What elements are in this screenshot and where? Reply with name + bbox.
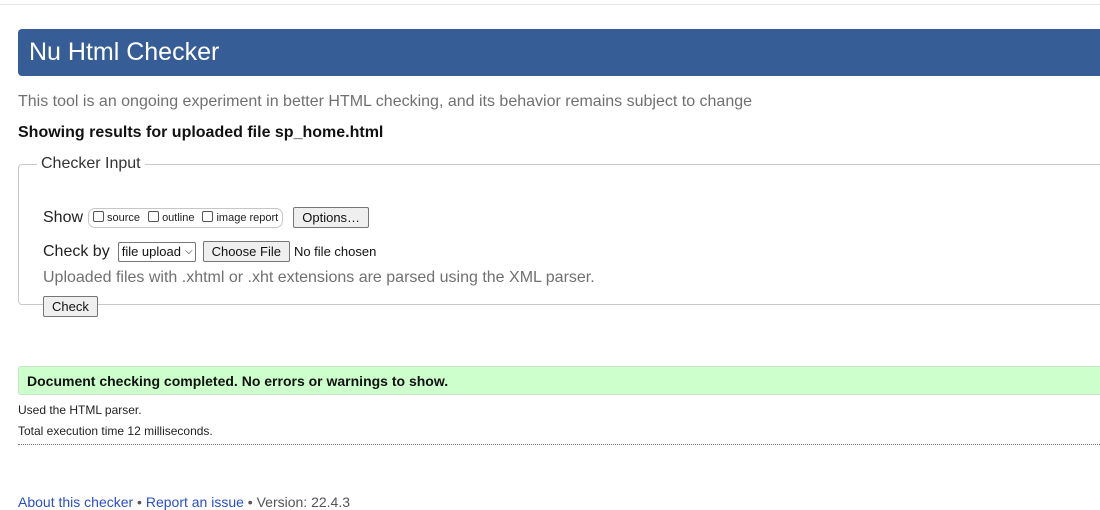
show-label: Show bbox=[43, 208, 84, 226]
chevron-down-icon: ⌵ bbox=[184, 246, 193, 257]
parser-info: Used the HTML parser. bbox=[18, 403, 142, 417]
file-status-text: No file chosen bbox=[293, 244, 377, 259]
report-issue-link[interactable]: Report an issue bbox=[146, 494, 244, 510]
show-image-report-option[interactable]: image report bbox=[202, 211, 279, 224]
show-options-group: source outline image report bbox=[88, 207, 284, 228]
results-heading: Showing results for uploaded file sp_hom… bbox=[18, 124, 384, 141]
execution-time: Total execution time 12 milliseconds. bbox=[18, 424, 213, 438]
checker-input-fieldset: Checker Input Show source outline image … bbox=[18, 155, 1100, 317]
check-by-label: Check by bbox=[43, 242, 110, 260]
footer-separator: • bbox=[243, 494, 257, 510]
check-button[interactable]: Check bbox=[43, 296, 98, 317]
image-report-checkbox-label: image report bbox=[216, 211, 279, 224]
source-checkbox[interactable] bbox=[93, 211, 105, 222]
xml-parser-note: Uploaded files with .xhtml or .xht exten… bbox=[43, 269, 595, 286]
version-text: Version: 22.4.3 bbox=[256, 494, 351, 510]
checker-input-legend: Checker Input bbox=[41, 155, 141, 172]
footer-separator: • bbox=[133, 494, 146, 510]
about-checker-link[interactable]: About this checker bbox=[18, 494, 133, 510]
check-button-row: Check bbox=[43, 296, 98, 317]
image-report-checkbox[interactable] bbox=[202, 211, 214, 222]
check-by-row: Check by file upload ⌵ Choose File No fi… bbox=[43, 241, 376, 262]
page-header: Nu Html Checker bbox=[18, 29, 1100, 76]
outline-checkbox-label: outline bbox=[162, 211, 195, 224]
outline-checkbox[interactable] bbox=[148, 211, 160, 222]
dotted-divider bbox=[18, 444, 1100, 445]
show-outline-option[interactable]: outline bbox=[148, 211, 195, 224]
choose-file-button[interactable]: Choose File bbox=[202, 241, 290, 262]
show-source-option[interactable]: source bbox=[93, 211, 141, 224]
source-checkbox-label: source bbox=[107, 211, 141, 224]
page-title: Nu Html Checker bbox=[29, 38, 220, 66]
footer: About this checker • Report an issue • V… bbox=[18, 494, 350, 510]
success-message-box: Document checking completed. No errors o… bbox=[18, 366, 1100, 395]
top-divider bbox=[0, 4, 1100, 5]
success-message: Document checking completed. No errors o… bbox=[27, 373, 449, 389]
check-by-selected-value: file upload bbox=[121, 244, 181, 259]
check-by-select[interactable]: file upload ⌵ bbox=[117, 241, 196, 262]
options-button[interactable]: Options… bbox=[293, 207, 370, 228]
result-details: Used the HTML parser. Total execution ti… bbox=[18, 402, 1100, 444]
intro-text: This tool is an ongoing experiment in be… bbox=[18, 93, 753, 110]
show-row: Show source outline image report Options… bbox=[43, 207, 370, 228]
